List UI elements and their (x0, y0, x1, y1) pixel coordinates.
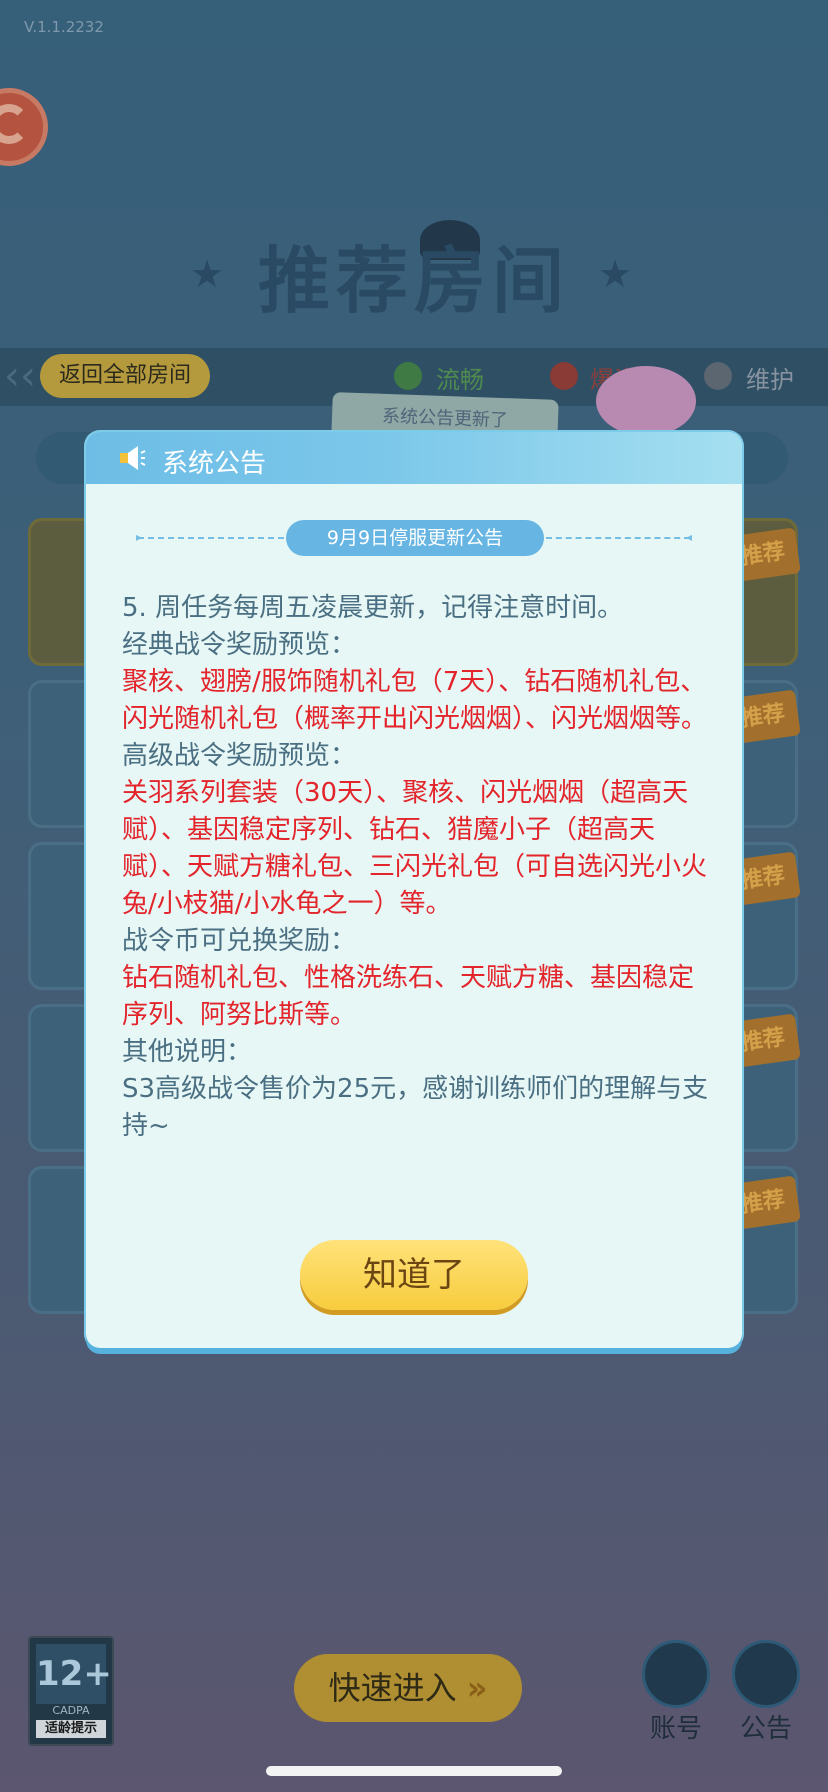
divider-dash-left (138, 537, 284, 539)
version-label: V.1.1.2232 (24, 18, 104, 36)
notice-subtitle: 9月9日停服更新公告 (286, 520, 544, 556)
double-chevron-icon: » (466, 1669, 488, 1707)
notice-line: 钻石随机礼包、性格洗练石、天赋方糖、基因稳定序列、阿努比斯等。 (122, 963, 695, 1030)
account-avatar-icon[interactable] (642, 1640, 710, 1708)
notice-line: 关羽系列套装（30天）、聚核、闪光烟烟（超高天赋）、基因稳定序列、钻石、猎魔小子… (122, 778, 708, 919)
notice-line: 高级战令奖励预览： (122, 741, 357, 771)
quick-enter-button[interactable]: 快速进入 » (294, 1654, 522, 1722)
age-rating-org: CADPA (52, 1704, 90, 1717)
age-rating-badge[interactable]: 12+ CADPA 适龄提示 (28, 1636, 114, 1746)
ok-button[interactable]: 知道了 (300, 1240, 528, 1310)
divider-dot-left-icon: ▸ (136, 530, 143, 544)
notice-label[interactable]: 公告 (740, 1708, 792, 1745)
notice-content: 5. 周任务每周五凌晨更新，记得注意时间。 经典战令奖励预览： 聚核、翅膀/服饰… (122, 590, 712, 1145)
status-maintenance-label: 维护 (746, 366, 794, 394)
system-notice-modal: 系统公告 ▸ ◂ 9月9日停服更新公告 5. 周任务每周五凌晨更新，记得注意时间… (86, 432, 742, 1348)
divider-dash-right (546, 537, 690, 539)
notice-line: 其他说明： (122, 1037, 253, 1067)
bunny-mascot-icon (596, 366, 696, 436)
status-maintenance-icon (704, 362, 732, 390)
age-hint-label: 适龄提示 (36, 1720, 106, 1738)
notice-line: 5. 周任务每周五凌晨更新，记得注意时间。 (122, 593, 624, 623)
logo-icon[interactable] (0, 88, 48, 166)
notice-line: 聚核、翅膀/服饰随机礼包（7天）、钻石随机礼包、闪光随机礼包（概率开出闪光烟烟）… (122, 667, 708, 734)
account-label[interactable]: 账号 (650, 1708, 702, 1745)
age-rating-number: 12+ (36, 1644, 112, 1704)
notice-line: S3高级战令售价为25元，感谢训练师们的理解与支持~ (122, 1074, 709, 1141)
status-smooth-label: 流畅 (436, 366, 484, 394)
back-chevron-icon[interactable]: ‹‹ (4, 354, 36, 398)
modal-header: 系统公告 (86, 432, 742, 484)
notice-megaphone-icon[interactable] (732, 1640, 800, 1708)
quick-enter-label: 快速进入 (328, 1669, 457, 1707)
speaker-icon (120, 446, 146, 470)
home-indicator[interactable] (266, 1766, 562, 1776)
status-smooth-icon (394, 362, 422, 390)
divider-dot-right-icon: ◂ (686, 530, 693, 544)
modal-title: 系统公告 (162, 449, 267, 479)
status-full-icon (550, 362, 578, 390)
notice-line: 经典战令奖励预览： (122, 630, 357, 660)
banner-title: 推荐房间 (257, 238, 570, 323)
notice-line: 战令币可兑换奖励： (122, 926, 357, 956)
back-all-rooms-button[interactable]: 返回全部房间 (40, 354, 210, 398)
